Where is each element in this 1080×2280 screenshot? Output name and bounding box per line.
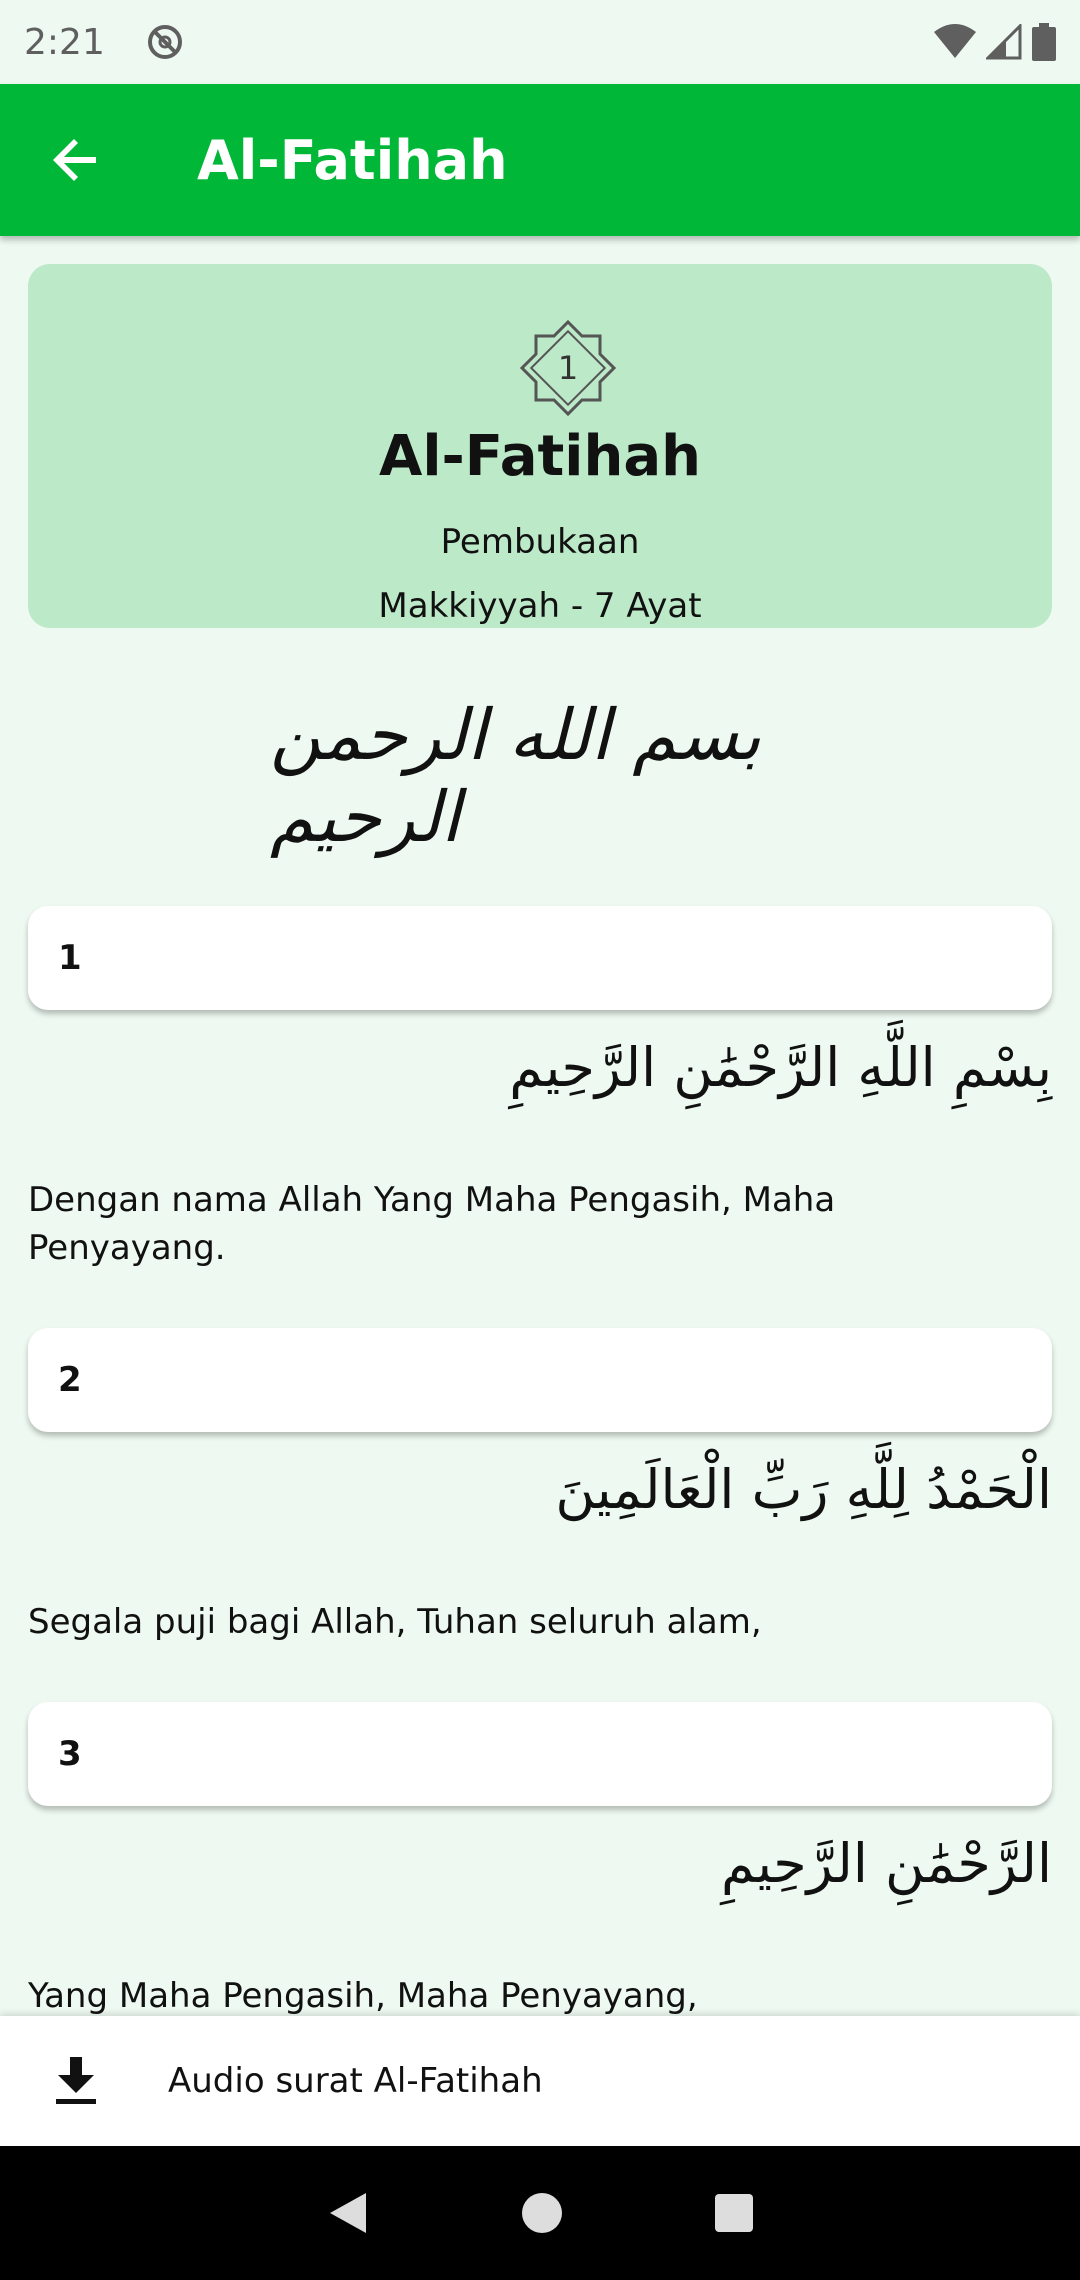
status-icons bbox=[934, 23, 1056, 61]
surah-meaning: Pembukaan bbox=[440, 522, 640, 562]
audio-download-bar[interactable]: Audio surat Al-Fatihah bbox=[0, 2016, 1080, 2146]
wifi-icon bbox=[934, 24, 976, 58]
ayah-number: 1 bbox=[58, 938, 82, 978]
nav-recents-icon[interactable] bbox=[714, 2193, 754, 2233]
ayah-number-card[interactable]: 3 bbox=[28, 1702, 1052, 1806]
ayah-translation: Segala puji bagi Allah, Tuhan seluruh al… bbox=[28, 1602, 762, 1642]
back-button[interactable] bbox=[0, 84, 152, 236]
system-nav-bar bbox=[0, 2146, 1080, 2280]
ayah-arabic-text: بِسْمِ اللَّهِ الرَّحْمَٰنِ الرَّحِيمِ bbox=[509, 1036, 1052, 1099]
surah-info: Makkiyyah - 7 Ayat bbox=[378, 586, 702, 626]
ayah-arabic-text: الْحَمْدُ لِلَّهِ رَبِّ الْعَالَمِينَ bbox=[555, 1458, 1052, 1521]
surah-number: 1 bbox=[557, 349, 579, 387]
download-icon bbox=[56, 2057, 96, 2104]
ayah-arabic-text: الرَّحْمَٰنِ الرَّحِيمِ bbox=[721, 1832, 1052, 1895]
download-button[interactable] bbox=[0, 2016, 152, 2146]
audio-label: Audio surat Al-Fatihah bbox=[168, 2061, 543, 2101]
app-bar: Al-Fatihah bbox=[0, 84, 1080, 236]
signal-icon bbox=[986, 24, 1022, 60]
ayah-translation: Yang Maha Pengasih, Maha Penyayang, bbox=[28, 1976, 698, 2016]
ayah-number: 3 bbox=[58, 1734, 82, 1774]
surah-name: Al-Fatihah bbox=[378, 424, 702, 489]
do-not-disturb-icon bbox=[147, 25, 182, 59]
ayah-number: 2 bbox=[58, 1360, 82, 1400]
nav-home-icon[interactable] bbox=[520, 2191, 564, 2235]
surah-header-card: 1 Al-Fatihah Pembukaan Makkiyyah - 7 Aya… bbox=[28, 264, 1052, 628]
nav-back-icon[interactable] bbox=[326, 2189, 370, 2237]
battery-icon bbox=[1032, 23, 1056, 61]
page-title: Al-Fatihah bbox=[197, 128, 508, 192]
ayah-number-card[interactable]: 1 bbox=[28, 906, 1052, 1010]
bismillah-calligraphy: بسم الله الرحمن الرحيم bbox=[270, 694, 810, 858]
ayah-number-card[interactable]: 2 bbox=[28, 1328, 1052, 1432]
surah-content[interactable]: 1 Al-Fatihah Pembukaan Makkiyyah - 7 Aya… bbox=[0, 236, 1080, 2016]
status-time: 2:21 bbox=[24, 21, 105, 63]
bismillah-text: بسم الله الرحمن الرحيم bbox=[270, 694, 761, 858]
status-bar: 2:21 bbox=[0, 0, 1080, 84]
ayah-translation: Dengan nama Allah Yang Maha Pengasih, Ma… bbox=[28, 1180, 836, 1268]
arrow-back-icon bbox=[53, 139, 96, 181]
